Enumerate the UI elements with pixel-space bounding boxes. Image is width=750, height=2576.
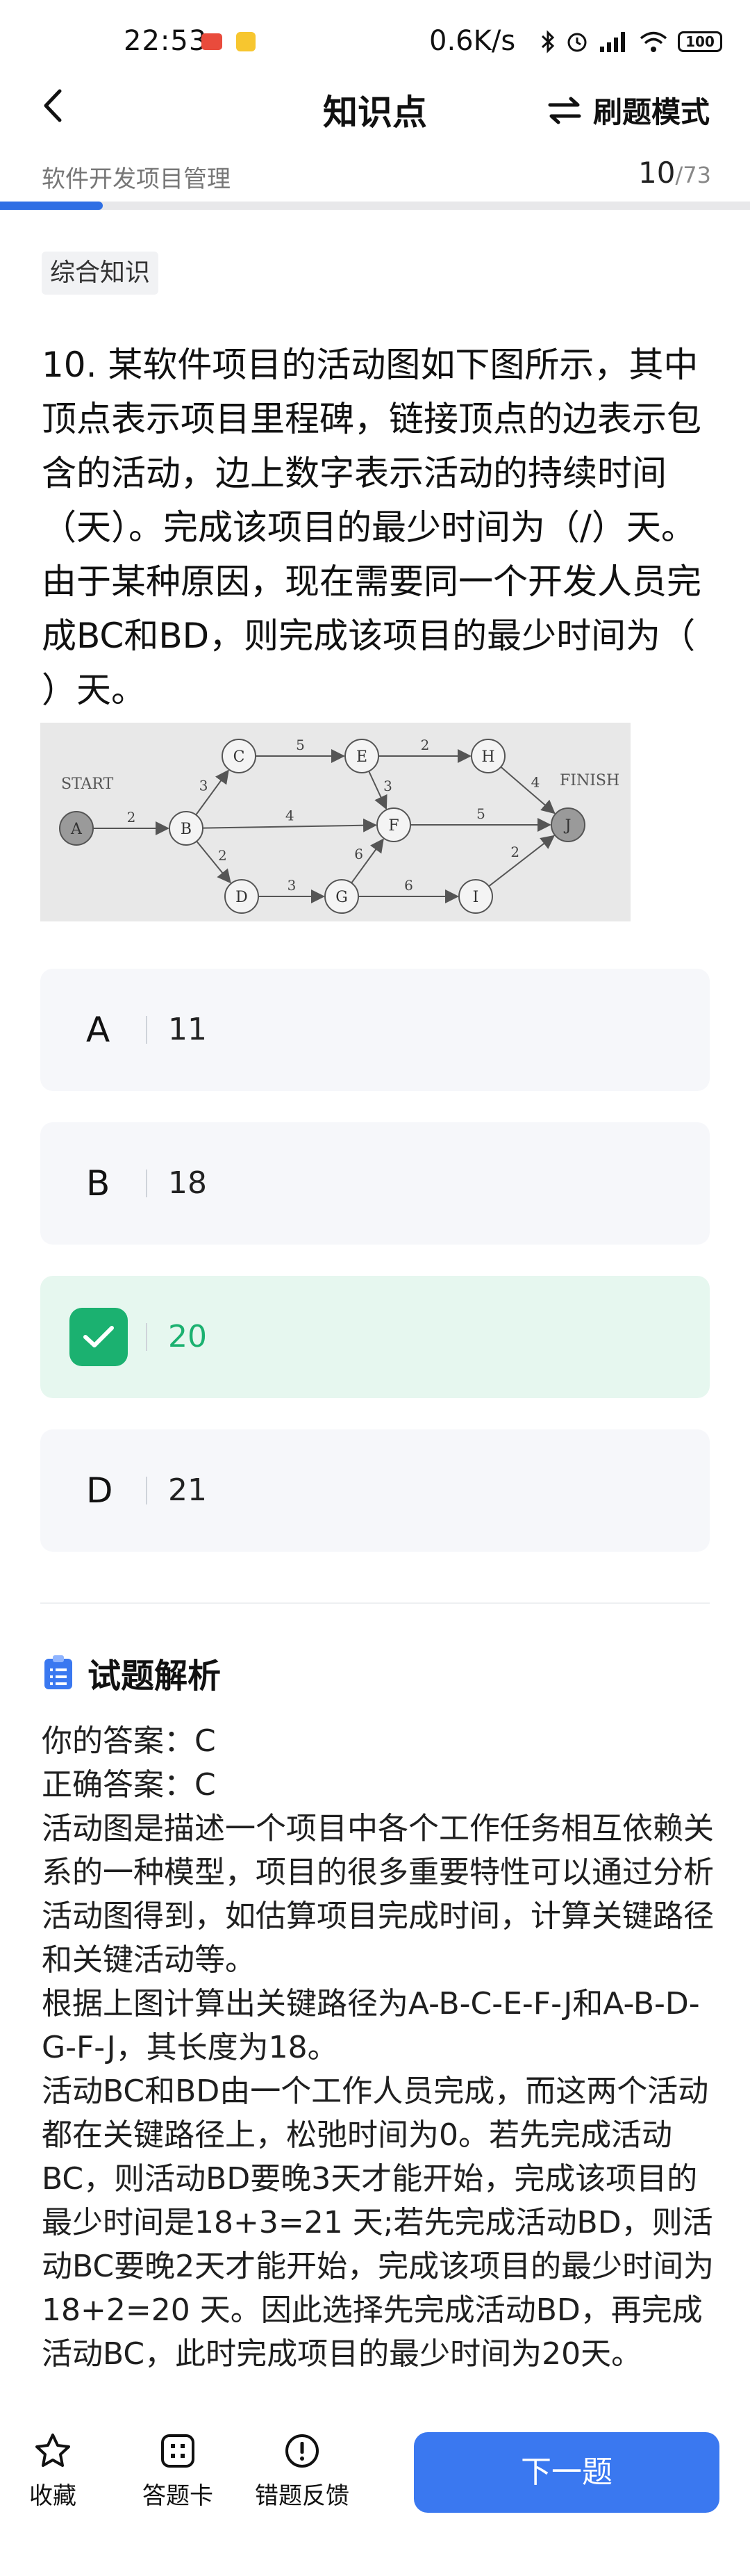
- battery-icon: 100: [678, 31, 722, 52]
- diagram-node-label: B: [181, 821, 192, 838]
- diagram-node-label: E: [356, 748, 367, 766]
- error-feedback-button[interactable]: 错题反馈: [255, 2432, 349, 2511]
- diagram-node-label: F: [388, 817, 399, 835]
- total-questions: /73: [675, 162, 712, 188]
- wifi-icon: [640, 31, 667, 52]
- diagram-edge-weight: 6: [354, 846, 363, 862]
- check-icon: [69, 1308, 128, 1366]
- error-feedback-label: 错题反馈: [255, 2482, 349, 2510]
- diagram-edge-weight: 5: [476, 805, 485, 822]
- answer-card-icon: [161, 2434, 194, 2468]
- your-answer: 你的答案：C: [42, 1723, 216, 1759]
- diagram-node-label: D: [235, 889, 248, 906]
- nav-bar: 知识点 刷题模式: [0, 69, 750, 146]
- favorite-label: 收藏: [29, 2482, 76, 2510]
- option-separator: [146, 1477, 147, 1504]
- diagram-finish-label: FINISH: [560, 772, 619, 789]
- diagram-node-label: J: [564, 817, 572, 835]
- answer-card-button[interactable]: 答题卡: [142, 2432, 213, 2511]
- analysis-paragraph: 根据上图计算出关键路径为A-B-C-E-F-J和A-B-D-G-F-J，其长度为…: [42, 1986, 700, 2065]
- analysis-title: 试题解析: [88, 1657, 222, 1696]
- bottom-toolbar: 收藏 答题卡 错题反馈 下一题: [0, 2411, 750, 2576]
- diagram-edge-weight: 4: [531, 773, 540, 790]
- option-letter: D: [86, 1470, 113, 1511]
- diagram-node-label: I: [473, 889, 479, 906]
- progress-bar: [0, 202, 750, 210]
- diagram-edge-weight: 4: [285, 807, 294, 824]
- option-value: 21: [168, 1472, 207, 1508]
- analysis-body: 你的答案：C 正确答案：C 活动图是描述一个项目中各个工作任务相互依赖关系的一种…: [42, 1719, 715, 2376]
- practice-mode-button[interactable]: 刷题模式: [547, 89, 710, 131]
- answer-card-label: 答题卡: [142, 2482, 213, 2510]
- option-value: 11: [168, 1012, 207, 1047]
- option-letter: A: [86, 1010, 110, 1050]
- favorite-button[interactable]: 收藏: [29, 2432, 76, 2511]
- subject-name: 软件开发项目管理: [42, 165, 231, 193]
- star-icon: [35, 2434, 70, 2467]
- analysis-header: 试题解析: [42, 1648, 221, 1697]
- option-separator: [146, 1016, 147, 1044]
- option-a[interactable]: A 11: [40, 969, 710, 1091]
- page: 22:53 0.6K/s 100 知识点 刷题模式 软件开发项目管理 10/73…: [0, 0, 750, 2576]
- network-speed: 0.6K/s: [429, 25, 516, 57]
- diagram-edge-weight: 3: [288, 877, 297, 894]
- option-separator: [146, 1323, 147, 1351]
- divider: [40, 1602, 710, 1604]
- category-tag: 综合知识: [42, 252, 159, 295]
- question-text: 10. 某软件项目的活动图如下图所示，其中顶点表示项目里程碑，链接顶点的边表示包…: [42, 345, 701, 710]
- option-value: 18: [168, 1165, 207, 1201]
- option-letter: B: [86, 1163, 110, 1204]
- swap-icon: [548, 97, 581, 124]
- next-question-button[interactable]: 下一题: [414, 2432, 719, 2513]
- alert-circle-icon: [285, 2434, 319, 2468]
- sub-header: 软件开发项目管理 10/73: [0, 146, 750, 202]
- practice-mode-label: 刷题模式: [592, 95, 710, 129]
- alarm-icon: [567, 33, 587, 52]
- diagram-edge-weight: 2: [510, 844, 519, 860]
- status-time: 22:53: [124, 25, 208, 57]
- diagram-node-label: H: [481, 748, 494, 766]
- diagram-edge-weight: 3: [383, 778, 392, 794]
- diagram-edge-weight: 2: [218, 847, 227, 864]
- diagram-start-label: START: [61, 776, 114, 793]
- option-b[interactable]: B 18: [40, 1122, 710, 1245]
- diagram-edge-weight: 6: [404, 877, 413, 894]
- analysis-paragraph: 活动BC和BD由一个工作人员完成，而这两个活动都在关键路径上，松弛时间为0。若先…: [42, 2074, 715, 2372]
- diagram-node-label: C: [233, 748, 245, 766]
- option-c[interactable]: 20: [40, 1276, 710, 1398]
- diagram-node-label: A: [70, 821, 83, 838]
- correct-answer: 正确答案：C: [42, 1767, 216, 1803]
- progress-bar-fill: [0, 202, 103, 210]
- diagram-node-label: G: [335, 889, 348, 906]
- current-question-number: 10: [638, 156, 676, 190]
- notification-app-icon-2: [236, 32, 256, 51]
- option-d[interactable]: D 21: [40, 1429, 710, 1552]
- notification-app-icon: [201, 33, 222, 50]
- diagram-edge-weight: 2: [421, 737, 430, 753]
- status-icons: 100: [540, 28, 722, 56]
- bluetooth-icon: [541, 30, 555, 54]
- signal-icon: [600, 32, 625, 52]
- option-separator: [146, 1170, 147, 1197]
- question-counter: 10/73: [638, 156, 711, 190]
- option-value: 20: [168, 1319, 207, 1354]
- diagram-edge-weight: 2: [127, 809, 136, 826]
- diagram-edge-weight: 3: [199, 778, 208, 794]
- diagram-edge-weight: 5: [296, 737, 305, 753]
- activity-diagram: START FINISH 2 3 4 2 5 2 3 4 5 3 6 6 2 A B C D E F G H I J: [40, 723, 631, 921]
- clipboard-list-icon: [44, 1655, 72, 1689]
- analysis-paragraph: 活动图是描述一个项目中各个工作任务相互依赖关系的一种模型，项目的很多重要特性可以…: [42, 1811, 714, 1978]
